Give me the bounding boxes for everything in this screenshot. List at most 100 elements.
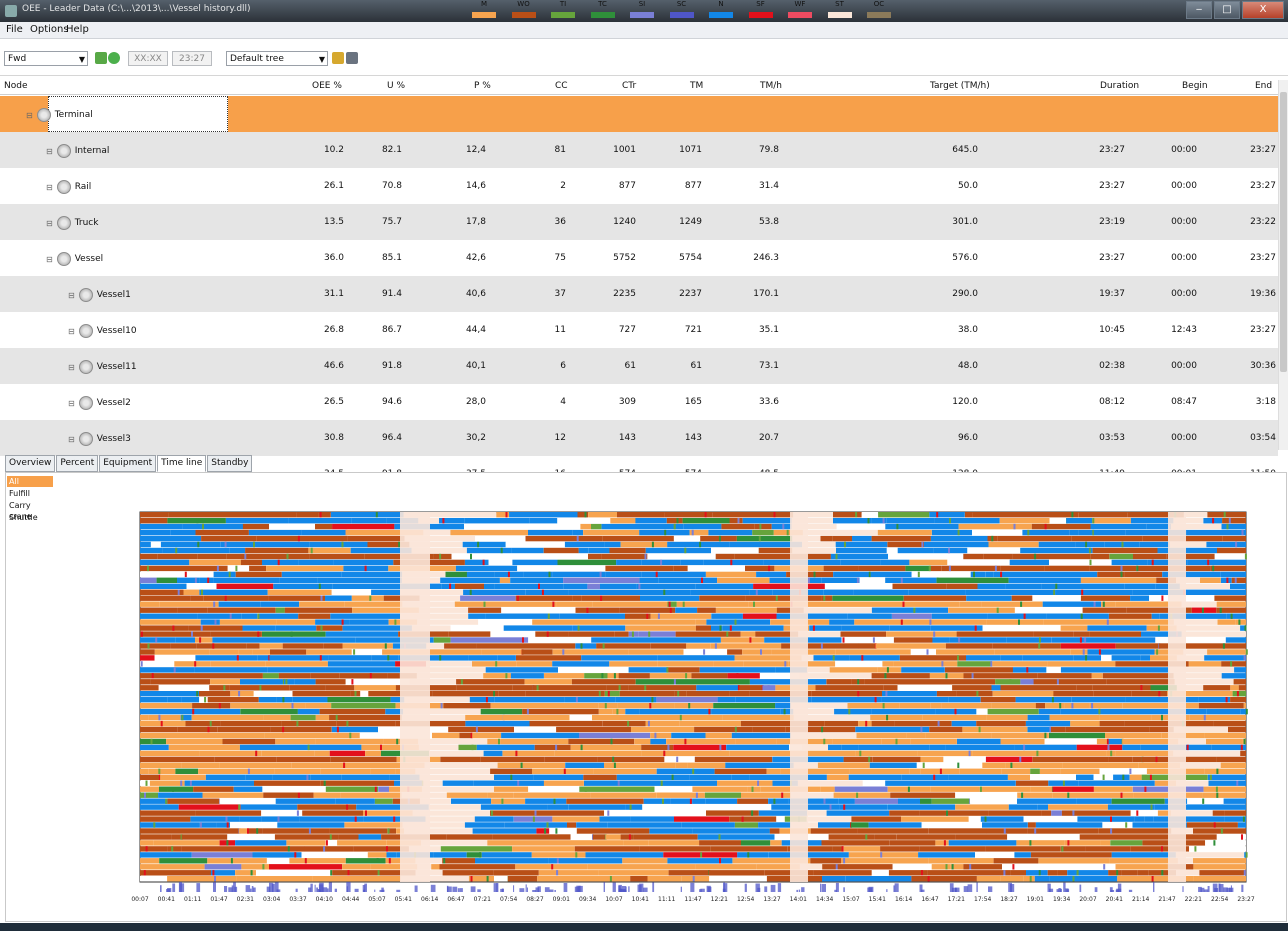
table-row[interactable]: ⊟ Vessel1 31.1 91.4 40,6 37 2235 2237 170.1 290.0…	[0, 276, 1278, 312]
table-row[interactable]: ⊟ Vessel2 26.5 94.6 28,0 4 309 165 33.6 120.0 08:1…	[0, 384, 1278, 420]
tab-percent[interactable]: Percent	[56, 455, 99, 472]
filter-item-shuttle[interactable]: Shuttle	[7, 512, 53, 523]
col-begin[interactable]: Begin	[1182, 81, 1208, 91]
legend-swatch	[590, 12, 615, 18]
window-title: OEE - Leader Data (C:\...\2013\...\Vesse…	[22, 4, 251, 14]
tree-expander-icon[interactable]: ⊟	[68, 435, 75, 444]
tree-expander-icon[interactable]: ⊟	[26, 111, 33, 120]
node-label: Truck	[74, 218, 99, 228]
table-row[interactable]: ⊟ Truck 13.5 75.7 17,8 36 1240 1249 53.8 301.0 23:…	[0, 204, 1278, 240]
cell-tm: 2237	[679, 289, 702, 299]
tree-node[interactable]: ⊟ Vessel1	[68, 288, 131, 302]
tree-expander-icon[interactable]: ⊟	[68, 363, 75, 372]
tree-expander-icon[interactable]: ⊟	[68, 399, 75, 408]
col-u[interactable]: U %	[387, 81, 405, 91]
cell-duration: 23:27	[1099, 145, 1125, 155]
cell-target: 645.0	[952, 145, 978, 155]
filter-item-carry-crane[interactable]: Carry crane	[7, 500, 53, 521]
cell-u: 75.7	[381, 217, 402, 227]
refresh-icon[interactable]	[108, 52, 120, 64]
legend-label: SI	[638, 0, 646, 8]
tree-combo[interactable]: Default tree ▼	[226, 51, 328, 66]
tree-expander-icon[interactable]: ⊟	[46, 255, 53, 264]
legend-item: TI	[551, 0, 575, 18]
tree-node[interactable]: ⊟ Vessel3	[68, 432, 131, 446]
col-tmh[interactable]: TM/h	[760, 81, 782, 91]
grid-header: Node OEE % U % P % CC CTr TM TM/h Target…	[0, 80, 1278, 95]
grid-scrollbar[interactable]	[1278, 80, 1288, 450]
menu-bar: File Options Help	[0, 22, 1288, 39]
cell-ctr: 2235	[613, 289, 636, 299]
col-target[interactable]: Target (TM/h)	[930, 81, 990, 91]
col-p[interactable]: P %	[474, 81, 491, 91]
time-from-field[interactable]: XX:XX	[128, 51, 168, 66]
table-row[interactable]: ⊟ Vessel 36.0 85.1 42,6 75 5752 5754 246.3 576.0 2…	[0, 240, 1278, 276]
maximize-button[interactable]: □	[1214, 1, 1240, 19]
node-gear-icon	[78, 432, 93, 446]
table-row[interactable]: ⊟ Vessel11 46.6 91.8 40,1 6 61 61 73.1 48.0 02:38 0…	[0, 348, 1278, 384]
time-to-field[interactable]: 23:27	[172, 51, 212, 66]
tree-node[interactable]: ⊟ Terminal	[26, 108, 93, 122]
tab-overview[interactable]: Overview	[5, 455, 56, 472]
col-ctr[interactable]: CTr	[622, 81, 636, 91]
col-oee[interactable]: OEE %	[312, 81, 342, 91]
menu-help[interactable]: Help	[66, 24, 89, 35]
cell-u: 86.7	[381, 325, 402, 335]
node-gear-icon	[78, 396, 93, 410]
table-row[interactable]: ⊟ Rail 26.1 70.8 14,6 2 877 877 31.4 50.0 23:27 00:…	[0, 168, 1278, 204]
node-gear-icon	[56, 144, 71, 158]
legend-swatch	[472, 12, 496, 18]
export-icon[interactable]	[332, 52, 344, 64]
cell-ctr: 5752	[613, 253, 636, 263]
tab-standby[interactable]: Standby	[207, 455, 253, 472]
go-green-icon[interactable]	[95, 52, 107, 64]
cell-ctr: 61	[624, 361, 636, 371]
col-duration[interactable]: Duration	[1100, 81, 1139, 91]
tree-node[interactable]: ⊟ Truck	[46, 216, 98, 230]
cell-p: 17,8	[465, 217, 486, 227]
taskbar	[0, 923, 1288, 931]
scrollbar-thumb[interactable]	[1280, 92, 1287, 372]
settings-icon[interactable]	[346, 52, 358, 64]
table-row[interactable]: ⊟ Internal 10.2 82.1 12,4 81 1001 1071 79.8 645.0…	[0, 132, 1278, 168]
tab-equipment[interactable]: Equipment	[99, 455, 157, 472]
tree-node[interactable]: ⊟ Rail	[46, 180, 91, 194]
tree-expander-icon[interactable]: ⊟	[46, 219, 53, 228]
node-gear-icon	[56, 180, 71, 194]
cell-tm: 1249	[679, 217, 702, 227]
equipment-filter-list: All Fulfill Carry crane Shuttle	[7, 476, 53, 524]
tree-node[interactable]: ⊟ Vessel11	[68, 360, 137, 374]
node-label: Vessel	[74, 254, 104, 264]
col-cc[interactable]: CC	[555, 81, 568, 91]
cell-target: 301.0	[952, 217, 978, 227]
tree-node[interactable]: ⊟ Internal	[46, 144, 109, 158]
table-row[interactable]: ⊟ Vessel10 26.8 86.7 44,4 11 727 721 35.1 38.0 10:…	[0, 312, 1278, 348]
tree-node[interactable]: ⊟ Vessel2	[68, 396, 131, 410]
filter-item-fulfill[interactable]: Fulfill	[7, 488, 53, 499]
col-node[interactable]: Node	[4, 81, 28, 91]
menu-options[interactable]: Options	[30, 24, 69, 35]
minimize-button[interactable]: ‒	[1186, 1, 1212, 19]
tree-node[interactable]: ⊟ Vessel	[46, 252, 103, 266]
filter-item-all[interactable]: All	[7, 476, 53, 487]
cell-ctr: 727	[618, 325, 636, 335]
tree-expander-icon[interactable]: ⊟	[46, 183, 53, 192]
tree-expander-icon[interactable]: ⊟	[68, 291, 75, 300]
cell-begin: 08:47	[1171, 397, 1197, 407]
tree-node[interactable]: ⊟ Vessel10	[68, 324, 137, 338]
table-row[interactable]: ⊟ Vessel3 30.8 96.4 30,2 12 143 143 20.7 96.0 03:5…	[0, 420, 1278, 456]
tree-expander-icon[interactable]: ⊟	[46, 147, 53, 156]
cell-duration: 23:19	[1099, 217, 1125, 227]
close-button[interactable]: X	[1242, 1, 1284, 19]
col-tm[interactable]: TM	[690, 81, 703, 91]
tree-expander-icon[interactable]: ⊟	[68, 327, 75, 336]
cell-ctr: 309	[618, 397, 636, 407]
filter-combo[interactable]: Fwd ▼	[4, 51, 88, 66]
tab-time-line[interactable]: Time line	[157, 455, 207, 472]
menu-file[interactable]: File	[6, 24, 23, 35]
legend-label: SF	[756, 0, 765, 8]
cell-tm: 877	[684, 181, 702, 191]
table-row[interactable]: ⊟ Terminal	[0, 96, 1278, 132]
col-end[interactable]: End	[1255, 81, 1272, 91]
legend-label: WO	[517, 0, 530, 8]
